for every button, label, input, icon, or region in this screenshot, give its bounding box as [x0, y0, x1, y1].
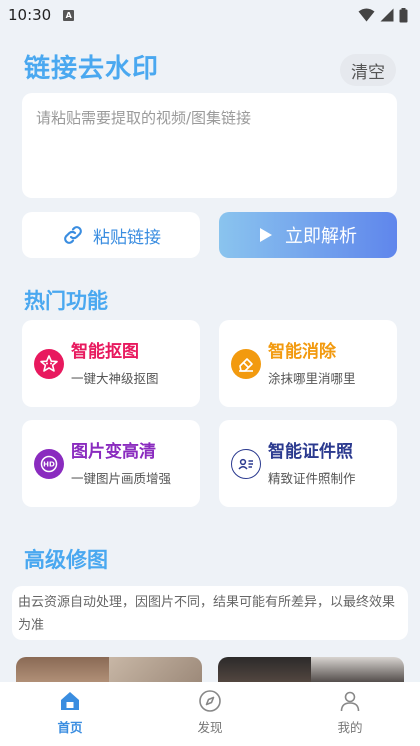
feature-card-id-photo[interactable]: 智能证件照 精致证件照制作 [219, 420, 397, 507]
bottom-tab-bar: 首页 发现 我的 [0, 682, 420, 746]
feature-title: 智能消除 [268, 341, 336, 362]
feature-subtitle: 精致证件照制作 [268, 470, 356, 486]
compass-icon [199, 690, 221, 712]
tab-label: 发现 [197, 720, 223, 735]
parse-now-button[interactable]: 立即解析 [219, 212, 397, 258]
link-input[interactable] [22, 93, 397, 198]
status-time: 10:30 [8, 6, 52, 24]
play-icon [260, 228, 272, 242]
cutout-icon [34, 348, 64, 379]
feature-title: 图片变高清 [71, 441, 156, 462]
user-icon [340, 691, 360, 712]
advanced-notice: 由云资源自动处理，因图片不同，结果可能有所差异，以最终效果为准 [12, 586, 408, 640]
tab-discover[interactable]: 发现 [140, 682, 280, 746]
feature-subtitle: 一键图片画质增强 [71, 470, 172, 486]
hd-icon: HD [34, 448, 64, 479]
link-icon [64, 226, 82, 244]
feature-card-eraser[interactable]: 智能消除 涂抹哪里消哪里 [219, 320, 397, 407]
eraser-icon [231, 348, 261, 379]
clear-button[interactable]: 清空 [340, 54, 396, 86]
paste-link-button[interactable]: 粘贴链接 [22, 212, 200, 258]
tab-label: 我的 [337, 720, 363, 735]
hot-features-title: 热门功能 [24, 289, 108, 313]
feature-subtitle: 涂抹哪里消哪里 [268, 370, 356, 386]
feature-subtitle: 一键大神级抠图 [71, 370, 159, 386]
status-bar: 10:30 A [0, 0, 420, 30]
notification-icon: A [63, 9, 75, 21]
svg-text:HD: HD [43, 460, 55, 468]
home-icon [61, 692, 79, 710]
tab-home[interactable]: 首页 [0, 682, 140, 746]
tab-label: 首页 [57, 720, 83, 735]
parse-now-label: 立即解析 [285, 226, 357, 247]
id-photo-icon [231, 448, 261, 479]
feature-card-cutout[interactable]: 智能抠图 一键大神级抠图 [22, 320, 200, 407]
feature-card-hd[interactable]: HD 图片变高清 一键图片画质增强 [22, 420, 200, 507]
page-title: 链接去水印 [24, 54, 160, 84]
tab-mine[interactable]: 我的 [280, 682, 420, 746]
feature-title: 智能抠图 [71, 341, 139, 362]
battery-icon [399, 7, 408, 22]
feature-title: 智能证件照 [268, 441, 353, 462]
advanced-retouch-title: 高级修图 [24, 548, 108, 572]
wifi-icon [358, 8, 375, 22]
signal-icon [380, 8, 394, 22]
paste-link-label: 粘贴链接 [93, 227, 161, 248]
